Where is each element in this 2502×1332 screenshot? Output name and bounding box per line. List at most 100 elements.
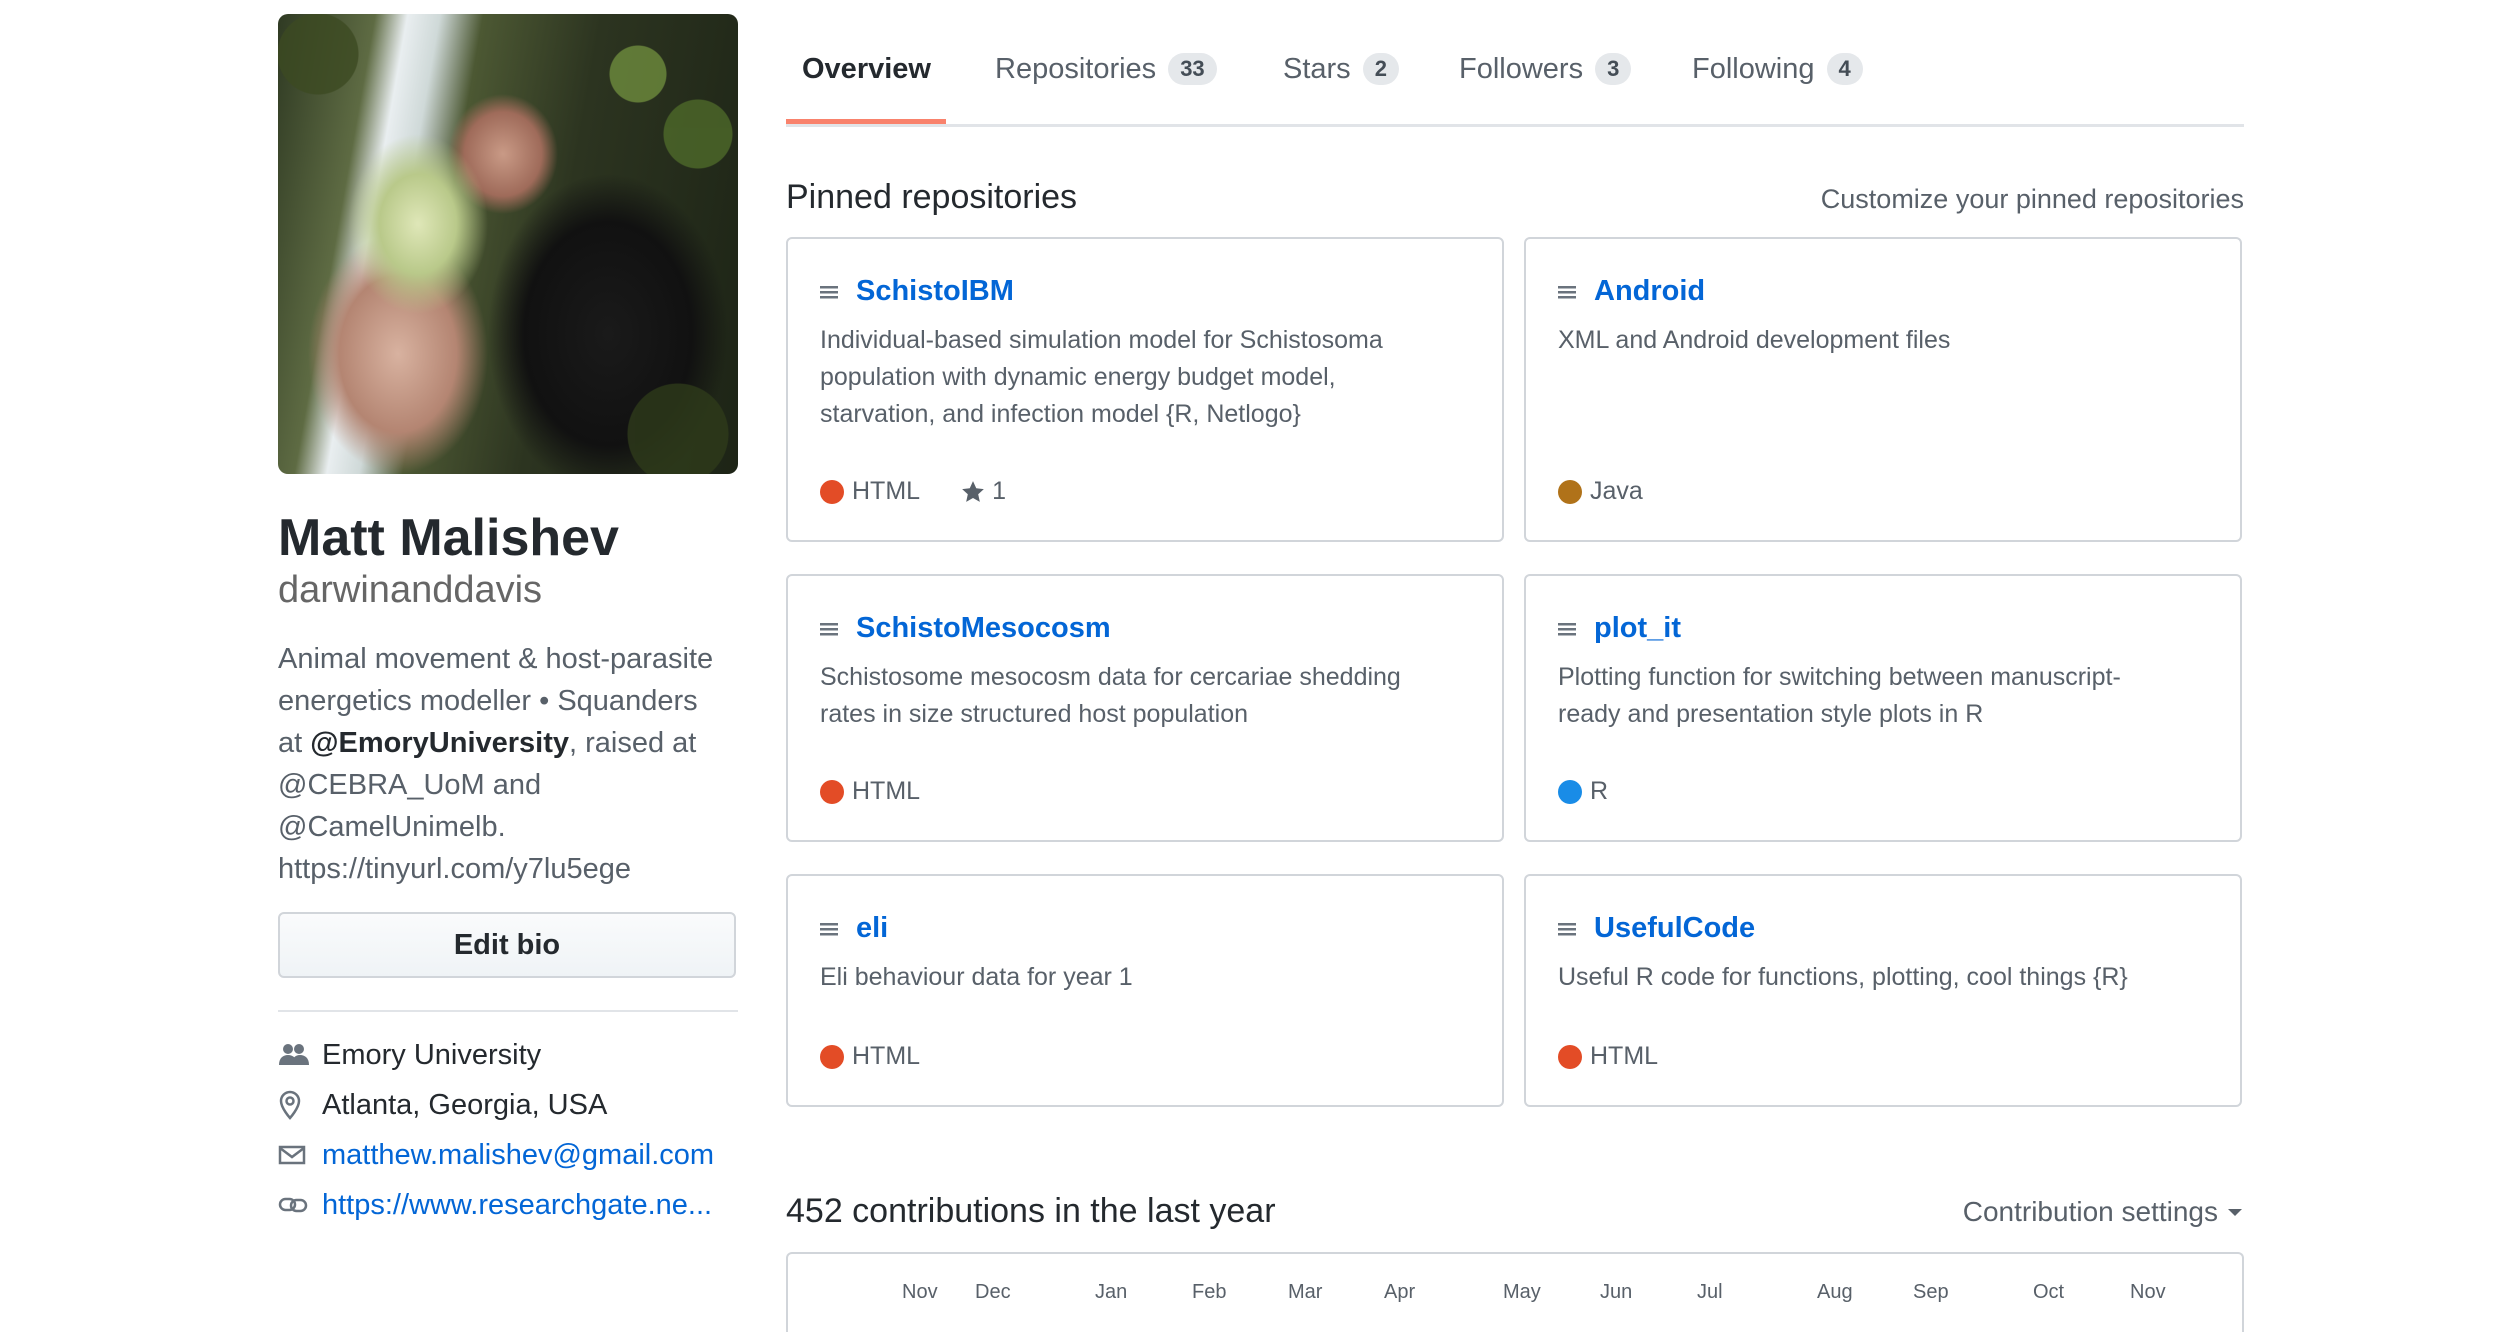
pinned-title: Pinned repositories [786, 178, 1078, 216]
profile-sidebar: Matt Malishev darwinanddavis Animal move… [278, 14, 738, 1230]
month-label: Dec [975, 1281, 1011, 1303]
avatar-photo-background [278, 14, 738, 474]
stargazers-link[interactable]: 1 [960, 477, 1006, 506]
repo-icon [820, 921, 856, 937]
repo-name-link[interactable]: Android [1594, 275, 1705, 308]
repo-icon [1558, 621, 1594, 637]
count-badge: 2 [1362, 53, 1399, 85]
contributions-title: 452 contributions in the last year [786, 1192, 1276, 1230]
month-label: Oct [2033, 1281, 2065, 1303]
repo-meta: Java [1558, 477, 1643, 506]
mail-icon [278, 1144, 322, 1166]
tab-label: Following [1692, 52, 1815, 85]
repo-description: Useful R code for functions, plotting, c… [1558, 959, 2208, 996]
repo-language: HTML [852, 477, 921, 505]
repo-description: Schistosome mesocosm data for cercariae … [820, 659, 1470, 733]
repo-name-link[interactable]: eli [856, 912, 888, 945]
repo-description: Plotting function for switching between … [1558, 659, 2208, 733]
desc-line: population with dynamic energy budget mo… [820, 363, 1336, 391]
tab-overview[interactable]: Overview [802, 48, 931, 90]
tab-label: Overview [802, 52, 931, 85]
language-color-dot [820, 779, 844, 804]
count-badge: 3 [1595, 53, 1632, 85]
bio-line: Animal movement & host-parasite [278, 643, 714, 675]
contribution-settings-label: Contribution settings [1962, 1196, 2218, 1227]
repo-meta: HTML [820, 777, 920, 806]
repo-name-link[interactable]: SchistoIBM [856, 275, 1014, 308]
desc-line: XML and Android development files [1558, 326, 1951, 354]
month-label: Apr [1384, 1281, 1416, 1303]
repo-icon [1558, 921, 1594, 937]
desc-line: Plotting function for switching between … [1558, 663, 2121, 691]
profile-details: Emory University Atlanta, Georgia, USA m… [278, 1030, 738, 1230]
repo-meta: R [1558, 777, 1608, 806]
link-icon [278, 1194, 322, 1216]
email-link[interactable]: matthew.malishev@gmail.com [322, 1139, 714, 1172]
repo-description: Eli behaviour data for year 1 [820, 959, 1470, 996]
pinned-repo-card: eli Eli behaviour data for year 1 HTML [786, 874, 1504, 1107]
month-label: Mar [1288, 1281, 1323, 1303]
edit-bio-button[interactable]: Edit bio [278, 912, 736, 978]
month-label: Nov [2130, 1281, 2166, 1303]
repo-description: Individual-based simulation model for Sc… [820, 322, 1470, 433]
tab-label: Followers [1459, 52, 1584, 85]
bio-text: at [278, 727, 311, 759]
company-text: Emory University [322, 1038, 542, 1071]
repo-language: HTML [1590, 1042, 1659, 1070]
profile-bio: Animal movement & host-parasite energeti… [278, 638, 748, 890]
contribution-settings-dropdown[interactable]: Contribution settings [1963, 1196, 2244, 1228]
active-tab-indicator [786, 119, 946, 124]
repo-meta: HTML 1 [820, 477, 1006, 506]
customize-pinned-link[interactable]: Customize your pinned repositories [1821, 184, 2244, 215]
repo-name-link[interactable]: plot_it [1594, 612, 1681, 645]
profile-username: darwinanddavis [278, 569, 543, 611]
pinned-repo-card: plot_it Plotting function for switching … [1524, 574, 2242, 842]
pinned-repo-card: Android XML and Android development file… [1524, 237, 2242, 542]
language-color-dot [1558, 479, 1582, 504]
location-text: Atlanta, Georgia, USA [322, 1088, 608, 1121]
month-label: Jul [1697, 1281, 1723, 1303]
profile-tabs: Overview Repositories 33 Stars 2 Followers… [786, 0, 2244, 127]
location-pin-icon [278, 1090, 322, 1120]
month-label: Aug [1817, 1281, 1853, 1303]
month-label: Nov [902, 1281, 938, 1303]
month-label: Jan [1095, 1281, 1128, 1303]
bio-org-mention[interactable]: @EmoryUniversity [310, 727, 569, 759]
tab-stars[interactable]: Stars 2 [1283, 48, 1399, 90]
repo-description: XML and Android development files [1558, 322, 2208, 359]
desc-line: Useful R code for functions, plotting, c… [1558, 963, 2128, 991]
bio-line: energetics modeller • Squanders [278, 685, 698, 717]
bio-text: , raised at [569, 727, 697, 759]
avatar[interactable] [278, 14, 738, 474]
desc-line: Schistosome mesocosm data for cercariae … [820, 663, 1401, 691]
caret-down-icon [2228, 1209, 2242, 1216]
language-color-dot [820, 479, 844, 504]
count-badge: 33 [1168, 53, 1217, 85]
language-color-dot [820, 1044, 844, 1069]
desc-line: Eli behaviour data for year 1 [820, 963, 1133, 991]
repo-language: R [1590, 777, 1609, 805]
website-row: https://www.researchgate.ne... [278, 1180, 738, 1230]
month-label: Jun [1600, 1281, 1633, 1303]
repo-name-link[interactable]: SchistoMesocosm [856, 612, 1111, 645]
location-row: Atlanta, Georgia, USA [278, 1080, 738, 1130]
tab-following[interactable]: Following 4 [1692, 48, 1863, 90]
repo-meta: HTML [1558, 1042, 1658, 1071]
tab-followers[interactable]: Followers 3 [1459, 48, 1632, 90]
website-link[interactable]: https://www.researchgate.ne... [322, 1189, 712, 1222]
bio-line: @CEBRA_UoM and [278, 769, 542, 801]
email-row: matthew.malishev@gmail.com [278, 1130, 738, 1180]
repo-name-link[interactable]: UsefulCode [1594, 912, 1755, 945]
repo-icon [820, 284, 856, 300]
company-row: Emory University [278, 1030, 738, 1080]
desc-line: ready and presentation style plots in R [1558, 700, 1984, 728]
tab-repositories[interactable]: Repositories 33 [995, 48, 1217, 90]
repo-language: Java [1590, 477, 1643, 505]
repo-meta: HTML [820, 1042, 920, 1071]
star-count: 1 [992, 477, 1006, 505]
month-label: Sep [1913, 1281, 1949, 1303]
bio-line: https://tinyurl.com/y7lu5ege [278, 853, 632, 885]
people-icon [278, 1043, 322, 1067]
month-label: May [1503, 1281, 1541, 1303]
bio-line: at @EmoryUniversity, raised at [278, 722, 748, 764]
